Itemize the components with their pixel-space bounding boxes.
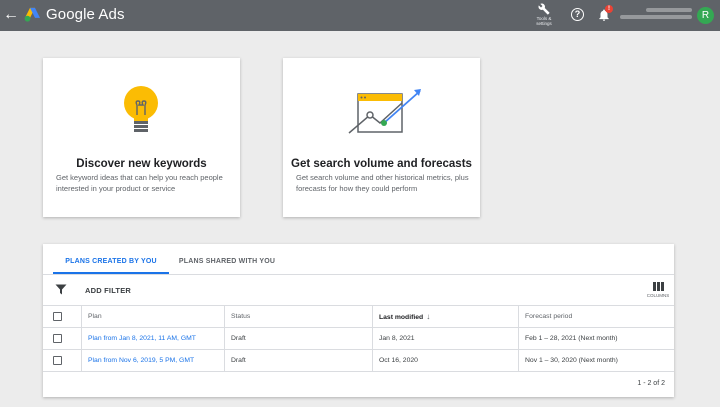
tab-divider	[43, 274, 674, 275]
lightbulb-icon	[124, 86, 158, 132]
select-all-checkbox[interactable]	[53, 311, 62, 321]
row-select-cell	[43, 350, 81, 371]
search-volume-forecasts-card[interactable]: Get search volume and forecasts Get sear…	[283, 58, 480, 217]
add-filter-button[interactable]: ADD FILTER	[85, 286, 131, 295]
column-header-last-modified[interactable]: Last modified ↓	[372, 306, 518, 327]
plan-link[interactable]: Plan from Nov 6, 2019, 5 PM, GMT	[81, 350, 224, 371]
row-checkbox[interactable]	[53, 333, 62, 343]
card-title: Discover new keywords	[76, 158, 207, 170]
column-header-label: Last modified	[379, 314, 424, 321]
columns-label: COLUMNS	[646, 293, 670, 298]
select-all-cell	[43, 306, 81, 327]
tab-plans-shared-with-you[interactable]: PLANS SHARED WITH YOU	[177, 253, 277, 274]
last-modified-cell: Jan 8, 2021	[372, 328, 518, 349]
status-cell: Draft	[224, 328, 372, 349]
row-select-cell	[43, 328, 81, 349]
google-ads-logo[interactable]	[24, 7, 41, 22]
tab-plans-created-by-you[interactable]: PLANS CREATED BY YOU	[53, 253, 169, 274]
avatar[interactable]: R	[697, 7, 714, 24]
plan-link[interactable]: Plan from Jan 8, 2021, 11 AM, GMT	[81, 328, 224, 349]
table-row: Plan from Nov 6, 2019, 5 PM, GMT Draft O…	[43, 350, 674, 372]
status-cell: Draft	[224, 350, 372, 371]
sort-descending-icon: ↓	[426, 312, 431, 321]
column-header-plan[interactable]: Plan	[81, 306, 224, 327]
card-title: Get search volume and forecasts	[291, 158, 472, 170]
pagination-text: 1 - 2 of 2	[637, 380, 665, 387]
card-description: Get search volume and other historical m…	[296, 173, 469, 193]
help-icon[interactable]: ?	[571, 8, 584, 21]
tools-label: Tools & settings	[536, 16, 552, 26]
table-row: Plan from Jan 8, 2021, 11 AM, GMT Draft …	[43, 328, 674, 350]
account-name-redacted	[646, 8, 692, 12]
column-header-forecast-period[interactable]: Forecast period	[518, 306, 674, 327]
last-modified-cell: Oct 16, 2020	[372, 350, 518, 371]
brand-name[interactable]: Google Ads	[46, 6, 125, 23]
forecast-chart-icon	[348, 89, 421, 134]
notification-badge: !	[605, 5, 613, 13]
account-info[interactable]	[620, 5, 692, 25]
forecast-period-cell: Feb 1 – 28, 2021 (Next month)	[518, 328, 674, 349]
tools-and-settings-button[interactable]: Tools & settings	[532, 3, 556, 30]
card-description: Get keyword ideas that can help you reac…	[56, 173, 223, 193]
back-arrow-icon[interactable]: ←	[3, 5, 19, 25]
top-bar: ← Google Ads Tools & settings ? ! R	[0, 0, 720, 31]
columns-button[interactable]: COLUMNS	[645, 282, 671, 302]
columns-icon	[652, 282, 664, 291]
wrench-icon	[538, 3, 550, 15]
filter-icon[interactable]	[55, 284, 67, 295]
discover-keywords-card[interactable]: Discover new keywords Get keyword ideas …	[43, 58, 240, 217]
plans-panel: PLANS CREATED BY YOU PLANS SHARED WITH Y…	[43, 244, 674, 397]
account-email-redacted	[620, 15, 692, 19]
forecast-period-cell: Nov 1 – 30, 2020 (Next month)	[518, 350, 674, 371]
column-header-status[interactable]: Status	[224, 306, 372, 327]
table-header-row: Plan Status Last modified ↓ Forecast peri…	[43, 306, 674, 328]
plans-table: Plan Status Last modified ↓ Forecast peri…	[43, 305, 674, 372]
row-checkbox[interactable]	[53, 355, 62, 365]
